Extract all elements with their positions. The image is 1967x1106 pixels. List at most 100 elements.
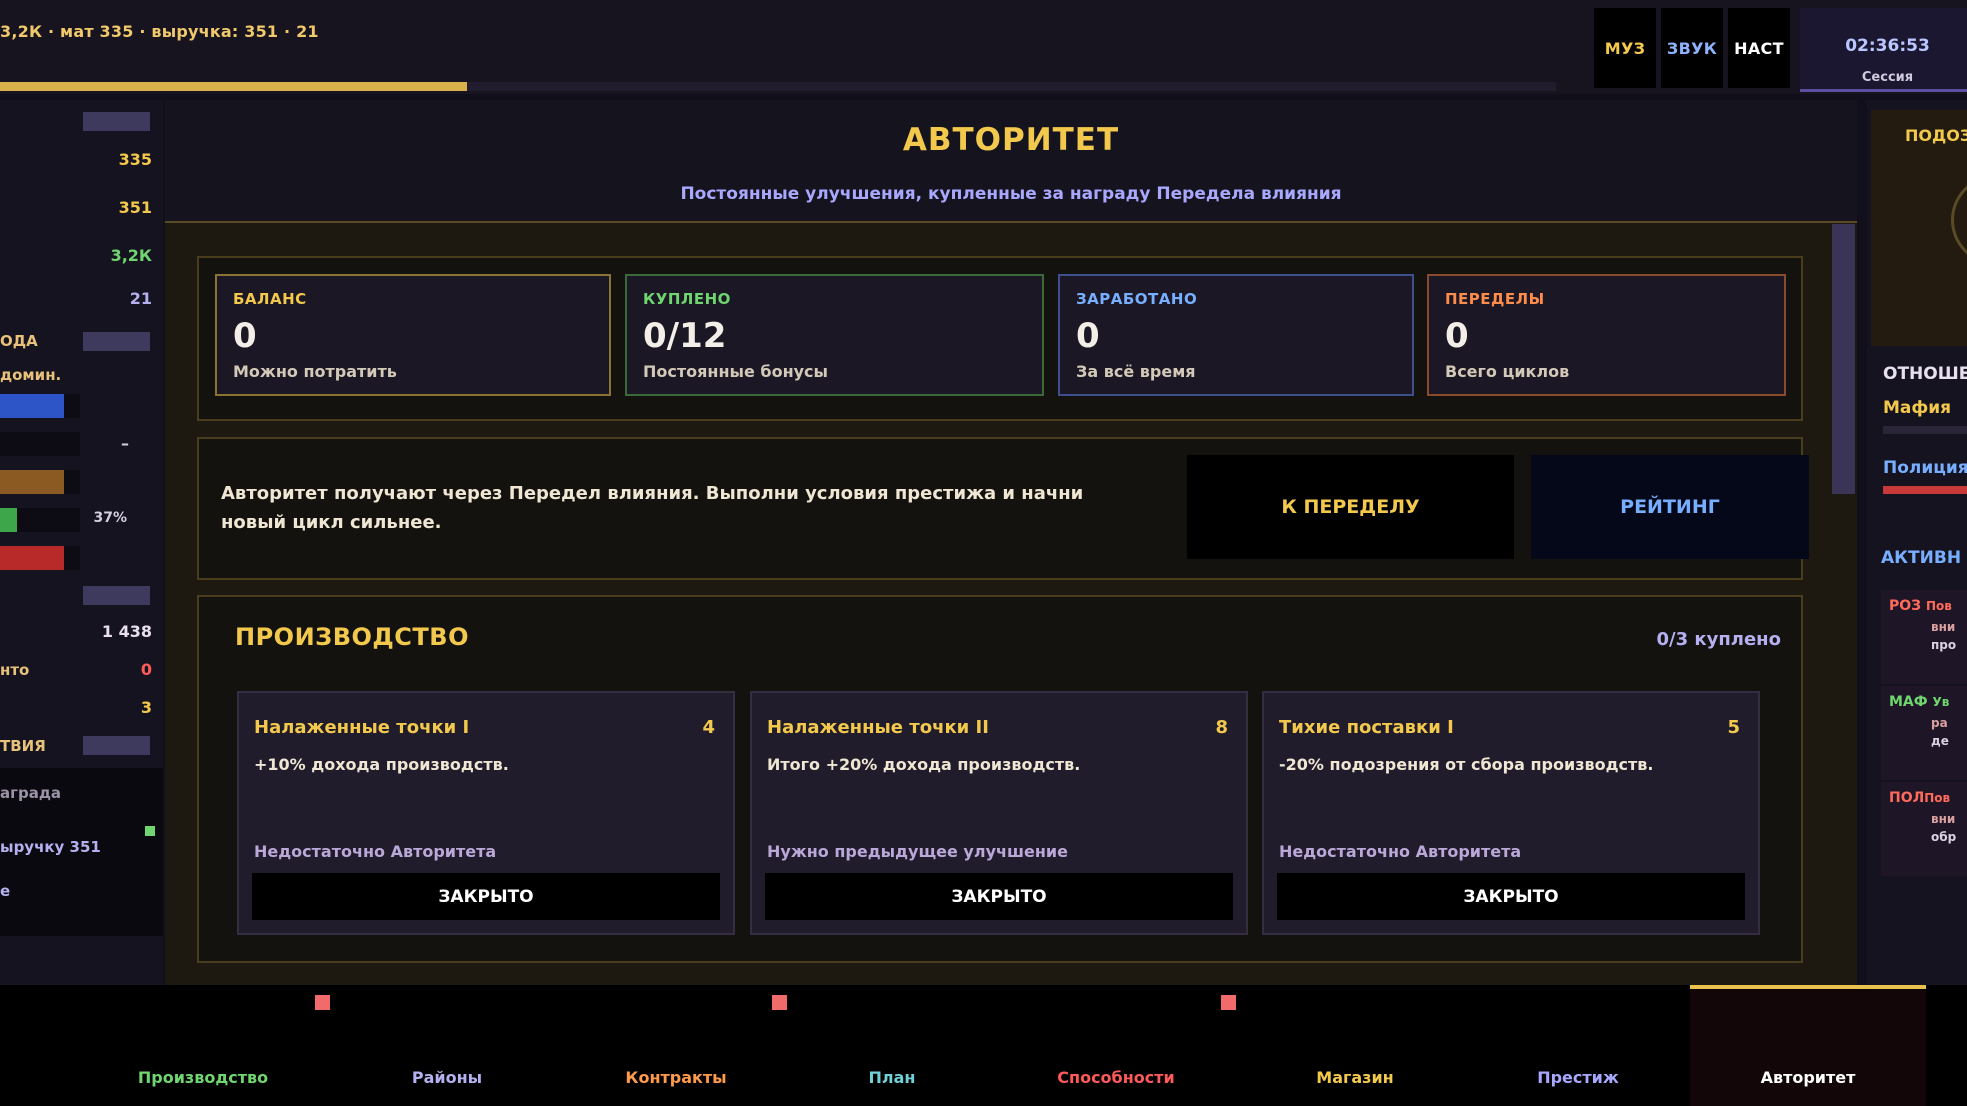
cash-value: 3,2К [110,246,152,265]
mafia-label: Мафия [1883,398,1952,418]
sidebar-collapsed-bar[interactable] [83,586,150,605]
authority-panel: АВТОРИТЕТ Постоянные улучшения, купленны… [165,100,1857,985]
event-tag: РОЗ [1889,598,1922,614]
locked-button[interactable]: ЗАКРЫТО [252,873,720,920]
upgrade-cost: 4 [702,717,715,738]
stat-cycles: ПЕРЕДЕЛЫ 0 Всего циклов [1427,274,1786,396]
stat-sub: Всего циклов [1445,362,1570,381]
meter-fill [0,546,64,570]
meter-value: – [121,434,129,453]
stat-value: 0 [233,316,257,356]
tab-shop[interactable]: Магазин [1316,1068,1393,1087]
page-subtitle: Постоянные улучшения, купленные за награ… [680,184,1342,204]
meter-fill [0,470,64,494]
locked-button[interactable]: ЗАКРЫТО [765,873,1233,920]
tab-authority[interactable]: Авторитет [1761,1068,1856,1087]
domination-meter [0,546,80,570]
income-label: ОДА [0,332,38,350]
page-title: АВТОРИТЕТ [902,122,1120,158]
sound-toggle-button[interactable]: ЗВУК [1661,8,1723,88]
event-line: про [1931,638,1957,652]
progress-bar-fill [0,82,467,91]
domination-meter [0,432,80,456]
tab-contracts[interactable]: Контракты [625,1068,726,1087]
notification-badge [1221,995,1236,1010]
value-1438: 1 438 [101,622,152,641]
stat-sub: Постоянные бонусы [643,362,829,381]
status-dot [145,826,155,836]
tab-abilities[interactable]: Способности [1057,1068,1174,1087]
stat-value: 0 [1445,316,1469,356]
locked-button[interactable]: ЗАКРЫТО [1277,873,1745,920]
event-line: Пов [1924,791,1951,805]
event-card[interactable]: РОЗ Пов вни про [1881,590,1967,684]
meter-fill [0,508,17,532]
stat-earned: ЗАРАБОТАНО 0 За всё время [1058,274,1414,396]
section-count: 0/3 куплено [1656,629,1781,650]
upgrade-description: +10% дохода производств. [254,755,509,774]
mafia-bar [1883,426,1967,434]
event-title: ПОЛПов [1889,790,1950,806]
stat-value: 0 [1076,316,1100,356]
rating-button[interactable]: РЕЙТИНГ [1531,455,1809,559]
music-toggle-button[interactable]: МУЗ [1594,8,1656,88]
event-card[interactable]: ПОЛПов вни обр [1881,782,1967,876]
domination-label: домин. [0,366,62,384]
sidebar-collapsed-bar[interactable] [83,112,150,131]
stat-sub: За всё время [1076,362,1196,381]
sidebar-collapsed-bar[interactable] [83,332,150,351]
stat-label: КУПЛЕНО [643,290,731,308]
clock-time: 02:36:53 [1845,36,1930,56]
upgrade-card: Налаженные точки II 8 Итого +20% дохода … [750,691,1248,935]
session-clock: 02:36:53 Сессия [1800,8,1967,92]
stats-row: БАЛАНС 0 Можно потратить КУПЛЕНО 0/12 По… [197,256,1803,421]
to-peredel-button[interactable]: К ПЕРЕДЕЛУ [1187,455,1514,559]
reward-text: ыручку 351 [0,838,101,856]
three-value: 3 [140,698,152,717]
stat-sub: Можно потратить [233,362,397,381]
event-title: РОЗ Пов [1889,598,1952,614]
tab-plan[interactable]: План [869,1068,916,1087]
upgrade-hint: Недостаточно Авторитета [1279,842,1522,861]
event-line: ра [1931,716,1948,730]
upgrade-card: Тихие поставки I 5 -20% подозрения от сб… [1262,691,1760,935]
notification-badge [772,995,787,1010]
event-title: МАФ Ув [1889,694,1949,710]
domination-meter [0,508,80,532]
mat-value: 335 [118,150,152,169]
upgrade-hint: Нужно предыдущее улучшение [767,842,1068,861]
upgrade-card: Налаженные точки I 4 +10% дохода произво… [237,691,735,935]
panel-header: АВТОРИТЕТ Постоянные улучшения, купленны… [165,100,1857,223]
upgrade-description: Итого +20% дохода производств. [767,755,1081,774]
stat-purchased: КУПЛЕНО 0/12 Постоянные бонусы [625,274,1044,396]
settings-button[interactable]: НАСТ [1728,8,1790,88]
tab-districts[interactable]: Районы [412,1068,482,1087]
info-box: Авторитет получают через Передел влияния… [197,437,1809,580]
event-line: де [1931,734,1949,748]
reward-panel: аграда ыручку 351 е [0,768,163,936]
actions-label: ТВИЯ [0,737,46,755]
to-label: нто [0,661,30,679]
event-line: обр [1931,830,1957,844]
tab-prestige[interactable]: Престиж [1537,1068,1619,1087]
event-line: Пов [1925,599,1952,613]
upgrade-cost: 8 [1215,717,1228,738]
stat-label: ЗАРАБОТАНО [1076,290,1198,308]
upgrade-name: Тихие поставки I [1279,717,1454,738]
progress-bar [0,82,1556,91]
top-bar: 3,2К · мат 335 · выручка: 351 · 21 МУЗ З… [0,0,1967,94]
production-section: ПРОИЗВОДСТВО 0/3 куплено Налаженные точк… [197,595,1803,963]
upgrade-cost: 5 [1727,717,1740,738]
event-line: вни [1931,620,1956,634]
stat-value: 0/12 [643,316,727,356]
section-title: ПРОИЗВОДСТВО [235,623,469,651]
domination-meter [0,470,80,494]
notification-badge [315,995,330,1010]
sidebar-collapsed-bar[interactable] [83,736,150,755]
event-card[interactable]: МАФ Ув ра де [1881,686,1967,780]
scrollbar[interactable] [1832,224,1855,494]
tab-production[interactable]: Производство [138,1068,268,1087]
resource-summary: 3,2К · мат 335 · выручка: 351 · 21 [0,22,319,41]
active-label: АКТИВН [1881,548,1962,568]
stat-label: БАЛАНС [233,290,307,308]
